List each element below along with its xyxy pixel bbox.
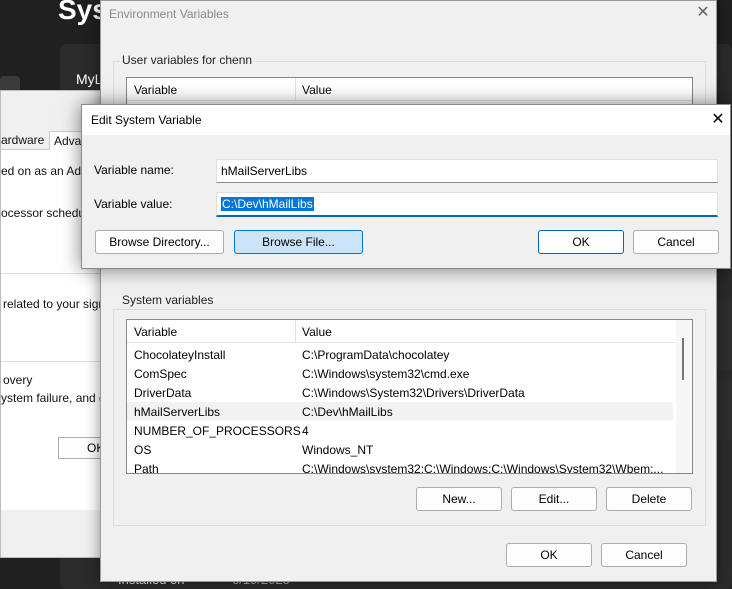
new-button[interactable]: New... xyxy=(416,487,502,511)
ok-button[interactable]: OK xyxy=(506,543,592,567)
edit-system-variable-dialog: Edit System Variable ✕ Variable name: hM… xyxy=(81,104,731,269)
variable-name-label: Variable name: xyxy=(94,163,174,177)
variable-name-field[interactable]: hMailServerLibs xyxy=(216,159,718,183)
environment-variables-dialog: Environment Variables ✕ User variables f… xyxy=(100,0,717,582)
table-row[interactable]: OS Windows_NT xyxy=(127,440,673,459)
ok-button[interactable]: OK xyxy=(538,230,624,254)
table-row[interactable]: Path C:\Windows\system32;C:\Windows;C:\W… xyxy=(127,459,673,474)
close-icon[interactable]: ✕ xyxy=(693,3,713,23)
variable-value-label: Variable value: xyxy=(94,197,173,211)
system-variables-label: System variables xyxy=(120,293,216,307)
divider xyxy=(1,273,105,274)
variable-name: OS xyxy=(134,443,152,457)
variable-value: 4 xyxy=(302,424,309,438)
variable-name: ComSpec xyxy=(134,367,187,381)
user-profiles-description: related to your sign-i xyxy=(3,297,112,311)
variable-name: hMailServerLibs xyxy=(134,405,221,419)
tab-hardware[interactable]: ardware xyxy=(1,133,44,147)
table-row[interactable]: DriverData C:\Windows\System32\Drivers\D… xyxy=(127,383,673,402)
cancel-button[interactable]: Cancel xyxy=(633,230,719,254)
variable-value: C:\ProgramData\chocolatey xyxy=(302,348,450,362)
close-icon[interactable]: ✕ xyxy=(708,110,728,130)
column-divider[interactable] xyxy=(295,78,296,100)
table-row[interactable]: NUMBER_OF_PROCESSORS 4 xyxy=(127,421,673,440)
divider xyxy=(1,361,105,362)
table-row[interactable]: hMailServerLibs C:\Dev\hMailLibs xyxy=(127,402,673,421)
delete-button[interactable]: Delete xyxy=(606,487,692,511)
edit-button[interactable]: Edit... xyxy=(511,487,597,511)
variable-value: C:\Dev\hMailLibs xyxy=(302,405,393,419)
scrollbar[interactable] xyxy=(676,320,692,473)
variable-value-field[interactable]: C:\Dev\hMailLibs xyxy=(216,192,718,217)
user-variables-label: User variables for chenn xyxy=(120,53,255,67)
column-value[interactable]: Value xyxy=(302,325,332,339)
variable-name: ChocolateyInstall xyxy=(134,348,226,362)
settings-card-label: MyL xyxy=(76,71,103,87)
scrollbar-thumb[interactable] xyxy=(682,338,684,380)
startup-recovery-heading: overy xyxy=(3,373,33,387)
table-row[interactable]: ChocolateyInstall C:\ProgramData\chocola… xyxy=(127,345,673,364)
variable-name: NUMBER_OF_PROCESSORS xyxy=(134,424,301,438)
variable-name-text: hMailServerLibs xyxy=(221,164,308,178)
column-value[interactable]: Value xyxy=(302,83,332,97)
cancel-button[interactable]: Cancel xyxy=(601,543,687,567)
title-bar[interactable]: Edit System Variable ✕ xyxy=(82,105,730,135)
browse-file-button[interactable]: Browse File... xyxy=(234,230,363,254)
dialog-title: Environment Variables xyxy=(109,7,229,21)
variable-name: Path xyxy=(134,462,159,474)
column-variable[interactable]: Variable xyxy=(134,83,177,97)
list-header: Variable Value xyxy=(127,78,692,101)
variable-value: C:\Windows\system32\cmd.exe xyxy=(302,367,470,381)
dialog-title: Edit System Variable xyxy=(91,113,202,127)
column-variable[interactable]: Variable xyxy=(134,325,177,339)
browse-directory-button[interactable]: Browse Directory... xyxy=(95,230,224,254)
list-header: Variable Value xyxy=(127,320,692,343)
system-variables-list[interactable]: Variable Value ChocolateyInstall C:\Prog… xyxy=(126,319,693,474)
variable-value: C:\Windows\system32;C:\Windows;C:\Window… xyxy=(302,462,664,474)
variable-value: Windows_NT xyxy=(302,443,374,457)
column-divider[interactable] xyxy=(295,320,296,342)
table-row[interactable]: ComSpec C:\Windows\system32\cmd.exe xyxy=(127,364,673,383)
variable-value-text: C:\Dev\hMailLibs xyxy=(221,197,314,211)
variable-name: DriverData xyxy=(134,386,192,400)
variable-value: C:\Windows\System32\Drivers\DriverData xyxy=(302,386,525,400)
